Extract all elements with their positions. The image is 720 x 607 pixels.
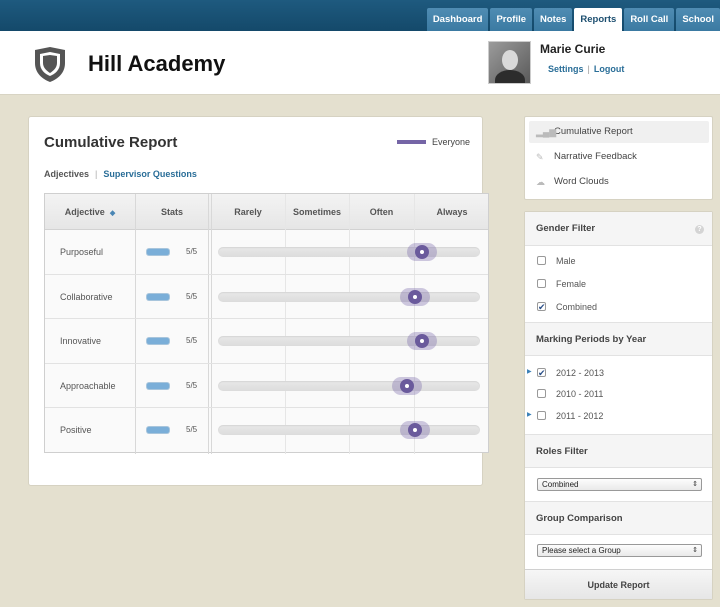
nav-tab-notes[interactable]: Notes — [534, 8, 573, 31]
cloud-icon: ☁ — [536, 177, 545, 187]
help-icon[interactable]: ? — [695, 225, 704, 234]
period-checkbox[interactable] — [537, 411, 546, 420]
nav-tab-roll-call[interactable]: Roll Call — [624, 8, 675, 31]
rating-track — [218, 336, 480, 346]
period-2010-2011-option[interactable]: 2010 - 2011 — [537, 387, 603, 401]
school-name: Hill Academy — [88, 51, 226, 76]
stat-bar — [147, 427, 169, 433]
roles-filter-heading: Roles Filter — [525, 434, 712, 468]
link-separator: | — [587, 64, 590, 74]
tab-supervisor-questions[interactable]: Supervisor Questions — [103, 169, 197, 179]
report-subtabs: Adjectives | Supervisor Questions — [44, 169, 197, 179]
update-report-button[interactable]: Update Report — [525, 569, 712, 599]
select-arrows-icon: ⇕ — [692, 547, 698, 554]
filter-panel: Gender Filter ? Male Female Combined Mar… — [524, 211, 713, 600]
stat-value: 5/5 — [186, 247, 198, 256]
chart-legend: Everyone — [396, 137, 470, 147]
stat-bar — [147, 338, 169, 344]
male-checkbox[interactable] — [537, 256, 546, 265]
column-adjective[interactable]: Adjective ◆ — [45, 194, 135, 230]
stat-value: 5/5 — [186, 336, 198, 345]
column-sometimes: Sometimes — [292, 207, 342, 217]
nav-tab-dashboard[interactable]: Dashboard — [426, 8, 489, 31]
roles-filter-select[interactable]: Combined ⇕ — [537, 478, 702, 491]
report-view-nav: ▂▄▆ Cumulative Report ✎ Narrative Feedba… — [524, 116, 713, 200]
period-checkbox[interactable] — [537, 366, 546, 380]
gender-filter-heading: Gender Filter ? — [525, 212, 712, 246]
shield-logo-icon — [35, 47, 65, 82]
row-label: Positive — [60, 425, 92, 435]
period-2011-2012-option[interactable]: 2011 - 2012 — [537, 409, 603, 423]
rating-marker[interactable] — [399, 378, 414, 393]
view-cumulative-report[interactable]: ▂▄▆ Cumulative Report — [529, 121, 709, 143]
row-label: Innovative — [60, 336, 102, 346]
row-label: Purposeful — [60, 247, 104, 257]
rating-track — [218, 380, 480, 391]
top-nav-bar: Dashboard Profile Notes Reports Roll Cal… — [0, 0, 720, 31]
female-checkbox[interactable] — [537, 279, 546, 288]
table-row: Collaborative 5/5 — [45, 275, 488, 319]
combined-checkbox[interactable] — [537, 300, 546, 314]
gender-female-option[interactable]: Female — [537, 277, 586, 291]
group-comparison-heading: Group Comparison — [525, 501, 712, 535]
stat-bar — [147, 293, 169, 300]
view-narrative-feedback[interactable]: ✎ Narrative Feedback — [529, 146, 709, 168]
period-2012-2013-option[interactable]: 2012 - 2013 — [537, 366, 604, 380]
adjective-table: Adjective ◆ Stats Rarely Sometimes Often … — [44, 193, 489, 454]
period-checkbox[interactable] — [537, 389, 546, 398]
legend-label: Everyone — [431, 137, 470, 147]
rating-marker[interactable] — [407, 289, 422, 304]
main-nav: Dashboard Profile Notes Reports Roll Cal… — [425, 8, 720, 31]
column-always: Always — [436, 207, 468, 217]
gender-male-option[interactable]: Male — [537, 254, 576, 268]
column-rarely: Rarely — [234, 207, 262, 217]
settings-link[interactable]: Settings — [548, 64, 584, 74]
page-header: Hill Academy Marie Curie Settings | Logout — [0, 31, 720, 95]
report-card: Cumulative Report Everyone Adjectives | Su… — [28, 116, 489, 486]
row-label: Approachable — [60, 380, 116, 391]
rating-track — [218, 291, 480, 302]
nav-tab-reports[interactable]: Reports — [574, 8, 623, 31]
legend-swatch — [396, 140, 426, 144]
select-arrows-icon: ⇕ — [692, 481, 698, 488]
bar-chart-icon: ▂▄▆ — [536, 127, 557, 137]
nav-tab-school[interactable]: School — [676, 8, 720, 31]
group-comparison-select[interactable]: Please select a Group ⇕ — [537, 544, 702, 557]
rating-marker[interactable] — [407, 423, 422, 437]
logout-link[interactable]: Logout — [594, 64, 625, 74]
stat-value: 5/5 — [186, 380, 198, 390]
user-links: Settings | Logout — [548, 64, 624, 74]
subtab-separator: | — [95, 169, 98, 179]
pencil-icon: ✎ — [536, 152, 544, 162]
table-row: Approachable 5/5 — [45, 364, 488, 408]
rating-track — [218, 247, 480, 257]
view-word-clouds[interactable]: ☁ Word Clouds — [529, 171, 709, 193]
stat-value: 5/5 — [186, 425, 198, 434]
expand-caret-icon[interactable]: ▶ — [527, 411, 532, 418]
column-stats: Stats — [160, 207, 183, 217]
expand-caret-icon[interactable]: ▶ — [527, 368, 532, 375]
marking-periods-heading: Marking Periods by Year — [525, 322, 712, 356]
column-often: Often — [369, 207, 394, 217]
sort-icon[interactable]: ◆ — [110, 210, 115, 217]
user-name: Marie Curie — [540, 42, 606, 56]
tab-adjectives[interactable]: Adjectives — [44, 169, 89, 179]
table-row: Purposeful 5/5 — [45, 230, 488, 275]
avatar[interactable] — [488, 41, 531, 84]
page-title: Cumulative Report — [44, 134, 178, 151]
nav-tab-profile[interactable]: Profile — [490, 8, 532, 31]
stat-value: 5/5 — [186, 291, 198, 301]
table-row: Innovative 5/5 — [45, 319, 488, 364]
row-label: Collaborative — [60, 291, 113, 302]
table-header: Adjective ◆ Stats Rarely Sometimes Often … — [45, 194, 488, 230]
table-row: Positive 5/5 — [45, 408, 488, 453]
gender-combined-option[interactable]: Combined — [537, 300, 597, 314]
stat-bar — [147, 382, 169, 389]
rating-track — [218, 425, 480, 435]
stat-bar — [147, 249, 169, 255]
